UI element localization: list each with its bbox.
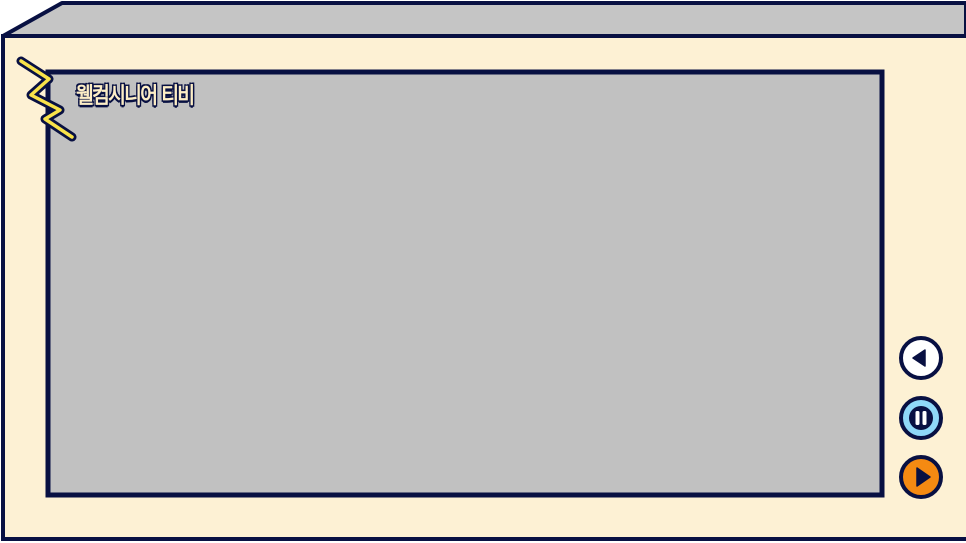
tv-frame: [1, 1, 966, 541]
play-button[interactable]: [898, 454, 944, 500]
triangle-right-icon: [899, 455, 943, 499]
tv-top-face: [1, 1, 966, 38]
triangle-left-icon: [899, 336, 943, 380]
channel-title: 웰컴시니어 티비: [75, 84, 196, 110]
pause-icon: [899, 396, 943, 440]
video-screen[interactable]: [45, 69, 885, 498]
previous-button[interactable]: [898, 335, 944, 381]
pause-button[interactable]: [898, 395, 944, 441]
